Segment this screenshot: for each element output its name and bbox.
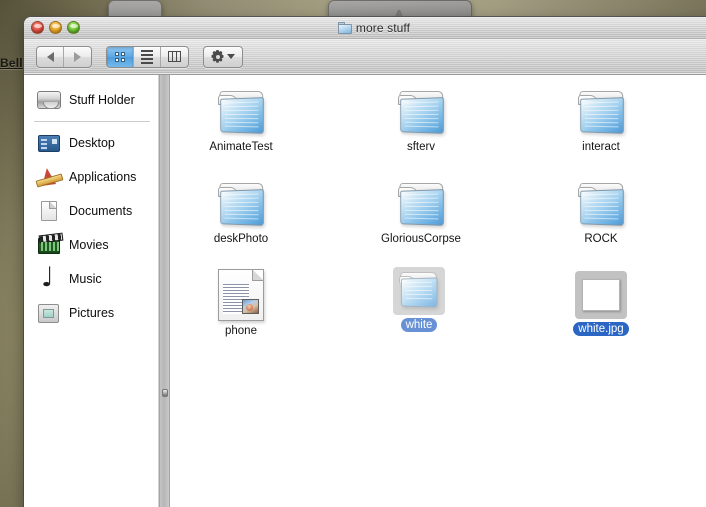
hard-disk-icon <box>36 88 62 112</box>
chevron-right-icon <box>74 51 81 62</box>
list-view-button[interactable] <box>134 46 161 67</box>
list-item[interactable]: AnimateTest <box>182 89 300 154</box>
drag-ghost-plate <box>393 267 445 315</box>
grid-icon <box>115 51 125 62</box>
gear-icon <box>211 50 224 63</box>
navigation-buttons <box>36 45 92 68</box>
window-title-group: more stuff <box>24 17 706 39</box>
list-item[interactable]: interact <box>542 89 660 154</box>
list-item-label: white.jpg <box>573 322 629 336</box>
page-title: more stuff <box>355 21 411 35</box>
sidebar-item-music[interactable]: Music <box>24 262 158 296</box>
back-button[interactable] <box>37 46 64 67</box>
movies-icon <box>36 233 62 257</box>
image-file-icon <box>575 271 627 319</box>
list-item[interactable]: sfterv <box>362 89 480 154</box>
icon-view-button[interactable] <box>107 46 134 67</box>
window-body: Stuff Holder Desktop Applications Docume… <box>24 75 706 507</box>
list-item-label: deskPhoto <box>213 233 269 245</box>
folder-icon <box>213 181 269 229</box>
desktop: Bell more stuff Stuff Holder Desktop App… <box>0 0 706 507</box>
view-mode-buttons <box>106 45 189 68</box>
column-view-button[interactable] <box>161 47 188 67</box>
applications-icon <box>36 165 62 189</box>
file-icon-view[interactable]: AnimateTest sfterv interact deskPhoto Gl… <box>170 75 706 507</box>
sidebar-item-label: Movies <box>69 238 109 252</box>
sidebar-item-movies[interactable]: Movies <box>24 228 158 262</box>
sidebar-item-label: Pictures <box>69 306 115 320</box>
desktop-link[interactable]: Bell <box>0 56 23 70</box>
folder-icon <box>393 89 449 137</box>
music-icon <box>36 262 62 293</box>
finder-window[interactable]: more stuff Stuff Holder Desktop Applicat… <box>24 17 706 507</box>
sidebar-item-label: Music <box>69 272 102 286</box>
list-item-label: AnimateTest <box>209 141 273 153</box>
minimize-button[interactable] <box>49 21 62 34</box>
sidebar-item-label: Applications <box>69 170 137 184</box>
folder-icon <box>396 271 442 311</box>
sidebar-item-label: Stuff Holder <box>69 93 135 107</box>
action-gear-menu[interactable] <box>203 45 243 68</box>
document-icon <box>218 269 264 321</box>
drag-ghost-label: white <box>400 318 438 332</box>
list-item-label: ROCK <box>584 233 618 245</box>
list-item-label: phone <box>225 325 257 337</box>
list-item[interactable]: white.jpg <box>542 271 660 336</box>
sidebar-item-documents[interactable]: Documents <box>24 194 158 228</box>
sidebar-item-label: Desktop <box>69 136 115 150</box>
sidebar-item-stuff-holder[interactable]: Stuff Holder <box>24 83 158 117</box>
folder-icon <box>393 181 449 229</box>
zoom-button[interactable] <box>67 21 80 34</box>
sidebar-item-applications[interactable]: Applications <box>24 160 158 194</box>
sidebar-item-label: Documents <box>69 204 133 218</box>
sidebar-divider <box>34 121 150 122</box>
folder-icon <box>573 181 629 229</box>
sidebar: Stuff Holder Desktop Applications Docume… <box>24 75 159 507</box>
window-titlebar[interactable]: more stuff <box>24 17 706 39</box>
list-icon <box>141 49 153 64</box>
sidebar-splitter[interactable] <box>159 75 170 507</box>
pictures-icon <box>36 301 62 325</box>
toolbar <box>24 39 706 75</box>
folder-icon <box>337 22 352 34</box>
chevron-down-icon <box>227 54 235 59</box>
list-item[interactable]: deskPhoto <box>182 181 300 246</box>
folder-icon <box>213 89 269 137</box>
list-item[interactable]: phone <box>182 269 300 338</box>
sidebar-item-desktop[interactable]: Desktop <box>24 126 158 160</box>
list-item-label: interact <box>582 141 620 153</box>
forward-button[interactable] <box>64 47 91 67</box>
folder-icon <box>573 89 629 137</box>
close-button[interactable] <box>31 21 44 34</box>
window-controls <box>31 21 80 34</box>
columns-icon <box>168 51 181 62</box>
list-item[interactable]: GloriousCorpse <box>362 181 480 246</box>
drag-ghost-item: white <box>360 267 478 332</box>
sidebar-item-pictures[interactable]: Pictures <box>24 296 158 330</box>
list-item-label: GloriousCorpse <box>381 233 461 245</box>
desktop-icon <box>36 131 62 155</box>
documents-icon <box>36 199 62 223</box>
chevron-left-icon <box>46 51 54 62</box>
splitter-grip[interactable] <box>162 389 168 397</box>
list-item-label: sfterv <box>406 141 436 153</box>
list-item[interactable]: ROCK <box>542 181 660 246</box>
